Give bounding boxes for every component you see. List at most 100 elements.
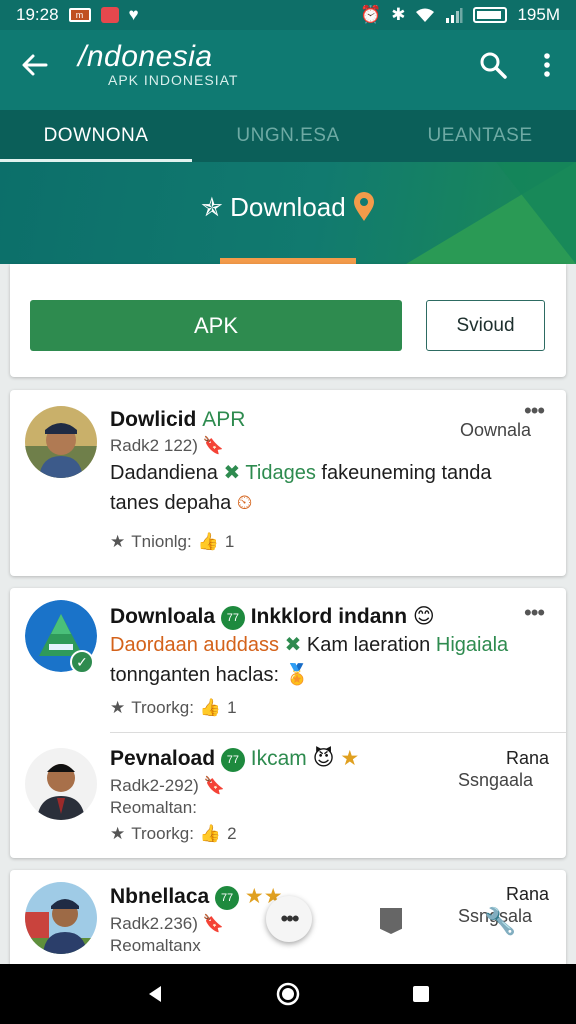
desc-text-3: tanes depaha — [110, 492, 232, 514]
emoji-icon: 😊 — [412, 605, 435, 628]
thumb-up-icon[interactable]: 👍 — [198, 532, 219, 552]
item-title-text: Nbnellaca — [110, 885, 210, 908]
item-meta-text: Radk2.236) — [110, 914, 198, 933]
app-subtitle: APK INDONESIAT — [108, 72, 239, 88]
star-icon: ★ — [110, 532, 126, 551]
avatar — [25, 882, 97, 954]
stat-value: 1 — [224, 532, 235, 551]
pin-icon: ✖ — [223, 462, 241, 484]
item-meta: Radk2 122) 🔖 — [110, 436, 224, 456]
tab-download[interactable]: DOWNONA — [0, 110, 192, 162]
nav-recents-icon[interactable] — [411, 984, 431, 1004]
back-button[interactable] — [20, 50, 52, 82]
item-stats: ★ Tnionlg: 👍 1 — [110, 532, 234, 552]
item-stats: ★ Troorkg: 👍 1 — [110, 698, 237, 718]
item-meta: Radk2.236) 🔖 — [110, 914, 224, 934]
apk-download-button[interactable]: APK — [30, 300, 402, 351]
search-button[interactable] — [478, 50, 508, 80]
item-title: Pevnaload 77 Ikcam 😈 ★ — [110, 746, 359, 772]
battery-icon — [473, 7, 508, 23]
alarm-icon: ⏰ — [360, 5, 382, 24]
bookmark-icon: 🔖 — [203, 776, 225, 795]
status-time: 19:28 — [16, 5, 59, 24]
bookmark-icon: 🔖 — [202, 436, 224, 455]
profile-photo-image — [25, 882, 97, 954]
desc-text-1: Dadandiena — [110, 462, 218, 484]
desc-text-3: tonnganten haclas: — [110, 664, 280, 686]
list-item-card[interactable]: Dowlicid APR Radk2 122) 🔖 Dadandiena ✖ T… — [10, 390, 566, 576]
secondary-button[interactable]: Svioud — [426, 300, 545, 351]
badge-icon: 77 — [220, 606, 245, 630]
item-meta: Radk2-292) 🔖 — [110, 776, 225, 796]
item-side-top: Rana — [506, 748, 550, 768]
hero-banner: ✯ Download — [0, 162, 576, 264]
stat-label: Tnionlg: — [131, 532, 192, 551]
item-title-text: Downloala — [110, 605, 216, 628]
item-stats: ★ Troorkg: 👍 2 — [110, 824, 237, 844]
desc-text-2: Kam laeration — [306, 634, 431, 656]
tab-third[interactable]: UEANTASE — [384, 110, 576, 162]
location-pin-icon — [353, 192, 374, 221]
badge-icon: 77 — [215, 886, 240, 910]
status-bar: 19:28 m ♥ ⏰ ✱ 195M — [0, 0, 576, 30]
item-menu-button[interactable]: ••• — [524, 600, 545, 626]
bookmark-action-button[interactable] — [380, 908, 402, 934]
profile-photo-image — [25, 748, 97, 820]
item-meta-text: Radk2-292) — [110, 776, 199, 795]
star-icon: ★ — [340, 747, 360, 770]
nav-home-icon[interactable] — [276, 982, 300, 1006]
nav-back-icon[interactable] — [145, 984, 165, 1004]
wifi-icon — [416, 8, 435, 22]
profile-photo-image — [25, 406, 97, 478]
stat-value: 1 — [227, 698, 237, 717]
item-title: Dowlicid APR — [110, 408, 245, 432]
avatar — [25, 748, 97, 820]
thumb-up-icon[interactable]: 👍 — [200, 824, 221, 844]
more-actions-fab[interactable]: ••• — [266, 896, 312, 942]
desc-accent: Tidages — [245, 462, 316, 484]
sparkle-icon: ✯ — [201, 192, 223, 222]
hero-title: ✯ Download — [0, 192, 576, 223]
bluetooth-icon: ✱ — [391, 5, 406, 24]
emoji-icon: 😈 — [312, 747, 335, 770]
item-title-text: Pevnaload — [110, 747, 216, 770]
star-icon: ★ — [110, 824, 126, 843]
item-meta-2: Reomaltan: — [110, 798, 197, 817]
more-vert-icon — [544, 53, 550, 77]
item-description: Daordaan auddass ✖ Kam laeration Higaial… — [110, 630, 560, 690]
item-title-accent: APR — [202, 408, 246, 431]
item-meta-2: Reomaltanx — [110, 936, 201, 955]
notification-app-icon: m — [68, 8, 91, 22]
list-group-card: ✓ Downloala 77 Inkklord indann 😊 Daordaa… — [10, 588, 566, 858]
divider — [110, 732, 566, 733]
tab-bar: DOWNONA UNGN.ESA UEANTASE — [0, 110, 576, 162]
hero-label-text: Download — [230, 192, 346, 222]
item-side-text: Ssngaala — [458, 770, 534, 790]
item-side-text: Oownala — [460, 420, 532, 440]
item-description: Dadandiena ✖ Tidages fakeuneming tanda t… — [110, 458, 550, 518]
stat-label: Troorkg: — [131, 824, 194, 843]
tab-second[interactable]: UNGN.ESA — [192, 110, 384, 162]
check-circle-icon: ✓ — [70, 650, 94, 674]
item-side-top: Rana — [506, 884, 550, 904]
item-title-text-2: Inkklord indann — [250, 605, 408, 628]
item-title-text: Dowlicid — [110, 408, 197, 431]
app-title: /ndonesia — [78, 40, 213, 73]
actions-card: APK Svioud — [10, 264, 566, 377]
thumb-up-icon[interactable]: 👍 — [200, 698, 221, 718]
wrench-icon[interactable]: 🔧 — [484, 906, 516, 937]
stat-label: Troorkg: — [131, 698, 194, 717]
notification-icon-2 — [100, 7, 119, 23]
stat-value: 2 — [227, 824, 237, 843]
pin-icon: ✖ — [284, 634, 302, 656]
more-options-button[interactable] — [534, 48, 560, 82]
app-title-block: /ndonesia APK INDONESIAT — [78, 40, 238, 88]
item-meta-text: Radk2 122) — [110, 436, 198, 455]
item-title: Downloala 77 Inkklord indann 😊 — [110, 604, 435, 630]
system-nav-bar — [0, 964, 576, 1024]
item-title-accent: Ikcam — [250, 747, 307, 770]
trophy-icon: 🏅 — [284, 664, 310, 686]
desc-text-2: fakeuneming tanda — [321, 462, 492, 484]
app-bar: /ndonesia APK INDONESIAT — [0, 30, 576, 110]
battery-text: 195M — [517, 5, 560, 24]
